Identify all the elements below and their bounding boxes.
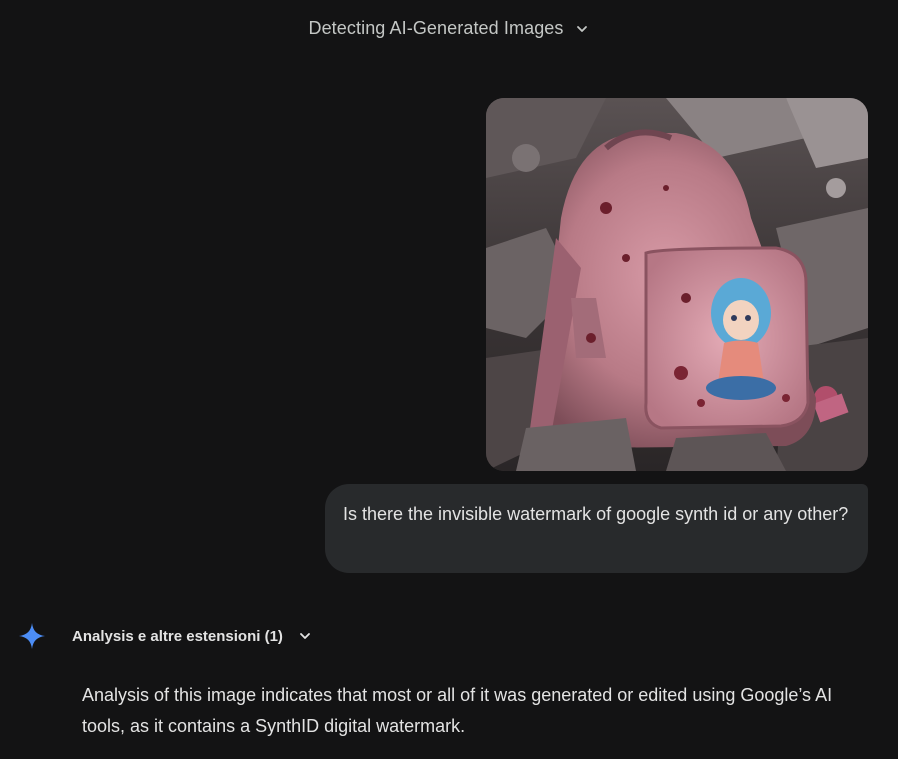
conversation-title[interactable]: Detecting AI-Generated Images	[308, 18, 563, 39]
chevron-down-icon[interactable]	[297, 628, 313, 644]
assistant-header: Analysis e altre estensioni (1)	[18, 622, 313, 650]
user-message-bubble: Is there the invisible watermark of goog…	[325, 484, 868, 573]
user-message-text: Is there the invisible watermark of goog…	[343, 504, 849, 524]
chevron-down-icon[interactable]	[574, 21, 590, 37]
chat-page: Detecting AI-Generated Images Is there t…	[0, 0, 898, 759]
conversation-title-bar[interactable]: Detecting AI-Generated Images	[0, 18, 898, 39]
extensions-label[interactable]: Analysis e altre estensioni (1)	[72, 628, 283, 645]
uploaded-image[interactable]	[486, 98, 868, 471]
backpack-photo	[486, 98, 868, 471]
gemini-sparkle-icon	[18, 622, 46, 650]
assistant-response-text: Analysis of this image indicates that mo…	[82, 685, 833, 736]
